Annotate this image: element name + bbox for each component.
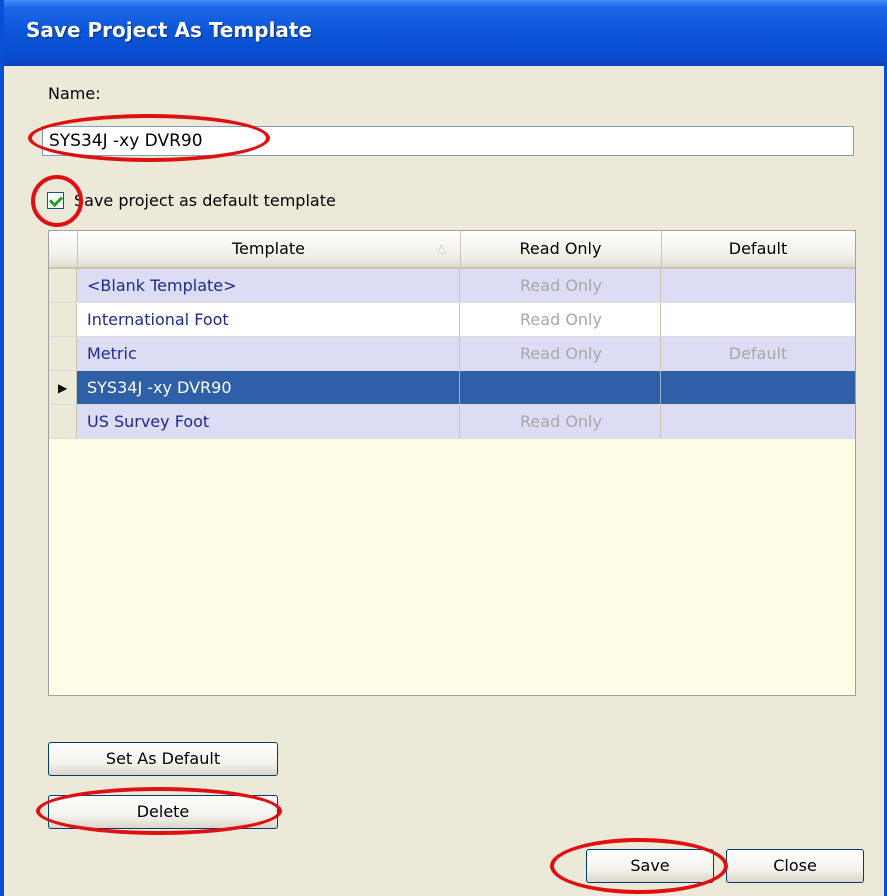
save-button[interactable]: Save [586,849,714,883]
grid-header: Template △ Read Only Default [49,231,855,269]
default-cell [661,371,855,404]
sort-ascending-icon: △ [437,241,447,255]
default-cell [661,269,855,302]
checkmark-icon [48,192,64,208]
default-template-checkbox-label[interactable]: Save project as default template [74,191,336,210]
row-header[interactable] [49,405,77,438]
default-cell: Default [728,344,788,363]
name-input[interactable]: SYS34J -xy DVR90 [42,126,854,156]
table-row[interactable]: US Survey Foot Read Only [49,405,855,439]
read-only-cell: Read Only [520,276,602,295]
row-header[interactable] [49,337,77,370]
table-row[interactable]: <Blank Template> Read Only [49,269,855,303]
template-name-cell: International Foot [87,310,229,329]
save-template-dialog: Save Project As Template Name: SYS34J -x… [0,0,887,896]
default-cell [661,405,855,438]
template-name-cell: <Blank Template> [87,276,237,295]
default-template-checkbox[interactable] [47,192,64,209]
template-name-cell: Metric [87,344,137,363]
read-only-cell: Read Only [520,344,602,363]
delete-button[interactable]: Delete [48,795,278,829]
table-row-selected[interactable]: ▶ SYS34J -xy DVR90 [49,371,855,405]
title-bar[interactable]: Save Project As Template [4,0,887,66]
table-row[interactable]: Metric Read Only Default [49,337,855,371]
templates-grid: Template △ Read Only Default <Blank Temp… [48,230,856,696]
read-only-cell: Read Only [520,310,602,329]
template-name-cell: SYS34J -xy DVR90 [87,378,232,397]
column-header-read-only[interactable]: Read Only [460,231,662,267]
table-row[interactable]: International Foot Read Only [49,303,855,337]
template-name-cell: US Survey Foot [87,412,210,431]
dialog-title: Save Project As Template [26,18,313,42]
read-only-cell: Read Only [520,412,602,431]
row-header[interactable] [49,303,77,336]
column-header-template[interactable]: Template [77,231,461,267]
set-as-default-button[interactable]: Set As Default [48,742,278,776]
default-cell [661,303,855,336]
current-row-arrow-icon: ▶ [58,381,68,395]
row-header[interactable] [49,269,77,302]
column-header-default[interactable]: Default [661,231,855,267]
grid-header-corner [49,231,78,267]
name-label: Name: [48,84,101,103]
read-only-cell [463,371,659,404]
row-header[interactable]: ▶ [49,371,77,404]
close-button[interactable]: Close [726,849,864,883]
